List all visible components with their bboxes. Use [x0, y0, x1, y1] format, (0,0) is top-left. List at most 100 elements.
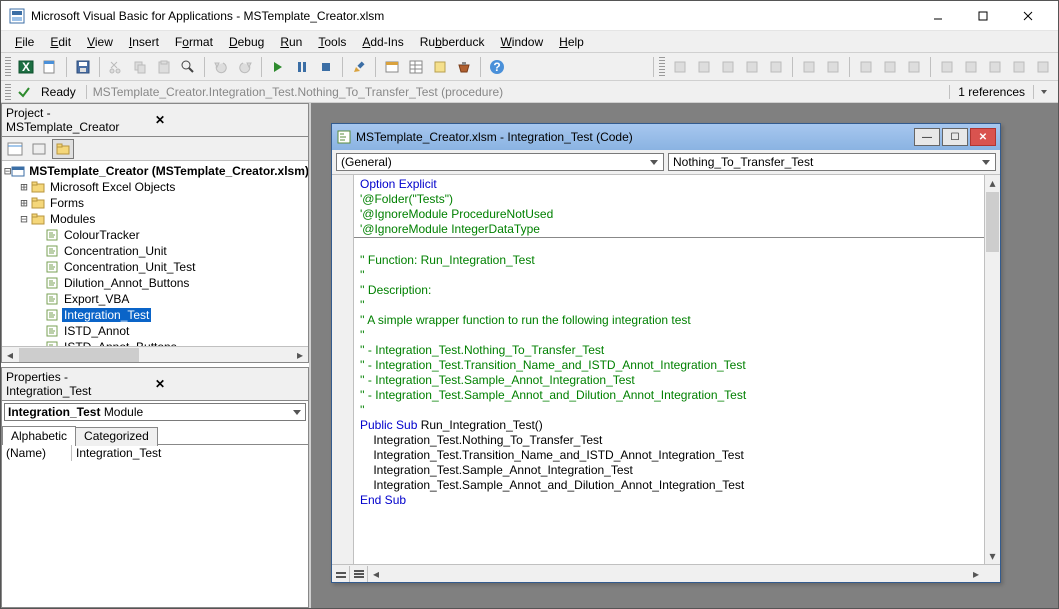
view-object-icon[interactable] [28, 139, 50, 159]
code-line[interactable]: '' - Integration_Test.Sample_Annot_Integ… [354, 373, 984, 388]
find-icon[interactable] [177, 56, 199, 78]
code-window-titlebar[interactable]: MSTemplate_Creator.xlsm - Integration_Te… [332, 124, 1000, 150]
tree-module-concentration_unit_test[interactable]: Concentration_Unit_Test [4, 259, 306, 275]
code-line[interactable]: '' [354, 403, 984, 418]
tree-twisty[interactable]: ⊞ [18, 196, 30, 210]
menu-run[interactable]: Run [272, 33, 310, 51]
rd-icon[interactable] [903, 56, 925, 78]
tab-alphabetic[interactable]: Alphabetic [2, 426, 76, 445]
properties-panel-close-icon[interactable]: ✕ [155, 377, 304, 391]
cut-icon[interactable] [105, 56, 127, 78]
reset-icon[interactable] [315, 56, 337, 78]
procedure-combo[interactable]: Nothing_To_Transfer_Test [668, 153, 996, 171]
rd-icon[interactable] [960, 56, 982, 78]
property-value[interactable]: Integration_Test [72, 445, 308, 461]
tree-folder-excel-objects[interactable]: ⊞Microsoft Excel Objects [4, 179, 306, 195]
project-tree[interactable]: ⊟MSTemplate_Creator (MSTemplate_Creator.… [2, 161, 308, 346]
scroll-thumb[interactable] [19, 348, 139, 362]
rd-icon[interactable] [822, 56, 844, 78]
menu-rubberduck[interactable]: Rubberduck [412, 33, 493, 51]
toolbar-grip[interactable] [5, 84, 11, 100]
tree-project-root[interactable]: ⊟MSTemplate_Creator (MSTemplate_Creator.… [4, 163, 306, 179]
code-line[interactable]: Public Sub Run_Integration_Test() [354, 418, 984, 433]
properties-grid[interactable]: (Name)Integration_Test [2, 445, 308, 607]
rd-icon[interactable] [1008, 56, 1030, 78]
view-code-icon[interactable] [4, 139, 26, 159]
tab-categorized[interactable]: Categorized [75, 427, 158, 446]
rd-icon[interactable] [741, 56, 763, 78]
scroll-up-icon[interactable]: ▴ [985, 175, 1000, 191]
help-icon[interactable]: ? [486, 56, 508, 78]
properties-object-combo[interactable]: Integration_Test Module [4, 403, 306, 421]
break-icon[interactable] [291, 56, 313, 78]
design-mode-icon[interactable] [348, 56, 370, 78]
project-hscrollbar[interactable]: ◂ ▸ [2, 346, 308, 362]
procedure-view-icon[interactable] [332, 566, 350, 582]
code-line[interactable]: '@Folder("Tests") [354, 192, 984, 207]
code-line[interactable]: Integration_Test.Nothing_To_Transfer_Tes… [354, 433, 984, 448]
tree-module-concentration_unit[interactable]: Concentration_Unit [4, 243, 306, 259]
minimize-button[interactable] [915, 2, 960, 30]
code-line[interactable]: '' - Integration_Test.Transition_Name_an… [354, 358, 984, 373]
project-panel-close-icon[interactable]: ✕ [155, 113, 304, 127]
code-line[interactable]: '' [354, 268, 984, 283]
tree-module-istd_annot[interactable]: ISTD_Annot [4, 323, 306, 339]
code-line[interactable]: '' - Integration_Test.Sample_Annot_and_D… [354, 388, 984, 403]
references-count[interactable]: 1 references [949, 85, 1034, 99]
scroll-down-icon[interactable]: ▾ [985, 548, 1000, 564]
tree-module-istd_annot_buttons[interactable]: ISTD_Annot_Buttons [4, 339, 306, 346]
save-icon[interactable] [72, 56, 94, 78]
maximize-button[interactable] [960, 2, 1005, 30]
child-close-button[interactable]: ✕ [970, 128, 996, 146]
rd-icon[interactable] [798, 56, 820, 78]
properties-icon[interactable] [405, 56, 427, 78]
property-row[interactable]: (Name)Integration_Test [2, 445, 308, 461]
rd-icon[interactable] [693, 56, 715, 78]
menu-insert[interactable]: Insert [121, 33, 167, 51]
menu-tools[interactable]: Tools [310, 33, 354, 51]
code-line[interactable]: Option Explicit [354, 177, 984, 192]
menu-file[interactable]: File [7, 33, 42, 51]
rd-icon[interactable] [1032, 56, 1054, 78]
menu-debug[interactable]: Debug [221, 33, 272, 51]
menu-window[interactable]: Window [492, 33, 551, 51]
code-line[interactable]: Integration_Test.Sample_Annot_and_Diluti… [354, 478, 984, 493]
rd-indent-icon[interactable] [669, 56, 691, 78]
tree-module-dilution_annot_buttons[interactable]: Dilution_Annot_Buttons [4, 275, 306, 291]
code-margin[interactable] [332, 175, 354, 564]
tree-folder-forms[interactable]: ⊞Forms [4, 195, 306, 211]
rd-icon[interactable] [717, 56, 739, 78]
code-line[interactable]: Integration_Test.Sample_Annot_Integratio… [354, 463, 984, 478]
rd-icon[interactable] [984, 56, 1006, 78]
code-line[interactable]: '@IgnoreModule IntegerDataType [354, 222, 984, 237]
code-line[interactable]: '' Description: [354, 283, 984, 298]
menu-help[interactable]: Help [551, 33, 592, 51]
project-explorer-icon[interactable] [381, 56, 403, 78]
code-line[interactable] [354, 238, 984, 253]
menu-format[interactable]: Format [167, 33, 221, 51]
run-icon[interactable] [267, 56, 289, 78]
code-line[interactable]: '' [354, 298, 984, 313]
toolbar-grip[interactable] [659, 57, 665, 77]
undo-icon[interactable] [210, 56, 232, 78]
scroll-right-icon[interactable]: ▸ [968, 567, 984, 581]
code-line[interactable]: '' A simple wrapper function to run the … [354, 313, 984, 328]
menu-view[interactable]: View [79, 33, 121, 51]
tree-twisty[interactable]: ⊟ [18, 212, 30, 226]
code-line[interactable]: End Sub [354, 493, 984, 508]
code-line[interactable]: '' - Integration_Test.Nothing_To_Transfe… [354, 343, 984, 358]
insert-module-icon[interactable] [39, 56, 61, 78]
references-dropdown-icon[interactable] [1040, 88, 1054, 96]
tree-folder-modules[interactable]: ⊟Modules [4, 211, 306, 227]
excel-icon[interactable]: X [15, 56, 37, 78]
toolbox-icon[interactable] [453, 56, 475, 78]
redo-icon[interactable] [234, 56, 256, 78]
tree-twisty[interactable]: ⊟ [4, 164, 11, 178]
toolbar-grip[interactable] [5, 57, 11, 77]
menu-addins[interactable]: Add-Ins [354, 33, 411, 51]
child-minimize-button[interactable]: — [914, 128, 940, 146]
child-maximize-button[interactable]: ☐ [942, 128, 968, 146]
code-editor[interactable]: Option Explicit'@Folder("Tests") '@Ignore… [354, 175, 984, 564]
rd-icon[interactable] [936, 56, 958, 78]
scroll-left-icon[interactable]: ◂ [2, 347, 18, 362]
